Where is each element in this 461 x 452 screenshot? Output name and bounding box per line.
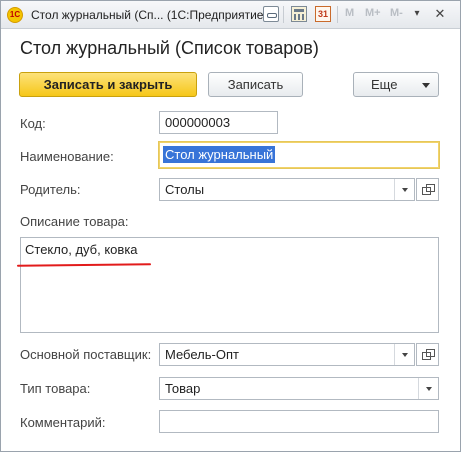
supplier-field[interactable]: Мебель-Опт	[159, 343, 415, 366]
description-label: Описание товара:	[20, 214, 129, 229]
title-bar: 1С Стол журнальный (Сп... (1С:Предприяти…	[1, 1, 460, 29]
code-field[interactable]: 000000003	[159, 111, 278, 134]
dropdown-arrow-icon[interactable]	[394, 179, 414, 200]
comment-label: Комментарий:	[20, 415, 106, 430]
open-item-icon[interactable]	[416, 343, 439, 366]
memory-store-button[interactable]: M	[345, 7, 354, 19]
more-actions-label: Еще	[371, 77, 398, 92]
type-field[interactable]: Товар	[159, 377, 439, 400]
app-logo-icon: 1С	[7, 7, 23, 23]
calculator-icon[interactable]	[291, 6, 307, 22]
toolbar-divider	[283, 6, 284, 23]
parent-field[interactable]: Столы	[159, 178, 415, 201]
open-item-icon[interactable]	[416, 178, 439, 201]
parent-field-value: Столы	[165, 182, 205, 197]
name-field-value: Стол журнальный	[163, 146, 276, 163]
calendar-icon[interactable]: 31	[315, 6, 331, 22]
page-title: Стол журнальный (Список товаров)	[20, 38, 319, 58]
type-label: Тип товара:	[20, 381, 91, 396]
toolbar-divider	[337, 6, 338, 23]
dropdown-arrow-icon[interactable]	[418, 378, 438, 399]
memory-subtract-button[interactable]: M-	[390, 7, 403, 19]
comment-field[interactable]	[159, 410, 439, 433]
more-actions-button[interactable]: Еще	[353, 72, 439, 97]
save-and-close-button[interactable]: Записать и закрыть	[19, 72, 197, 97]
code-label: Код:	[20, 116, 46, 131]
form-window: 1С Стол журнальный (Сп... (1С:Предприяти…	[0, 0, 461, 452]
dropdown-arrow-icon[interactable]	[394, 344, 414, 365]
type-field-value: Товар	[165, 381, 201, 396]
supplier-field-value: Мебель-Опт	[165, 347, 239, 362]
description-field[interactable]: Стекло, дуб, ковка	[20, 237, 439, 333]
parent-label: Родитель:	[20, 182, 81, 197]
name-label: Наименование:	[20, 149, 114, 164]
memory-add-button[interactable]: M+	[365, 7, 381, 19]
window-title: Стол журнальный (Сп... (1С:Предприятие)	[31, 8, 268, 22]
window-menu-icon[interactable]: ▾	[407, 4, 427, 24]
close-icon[interactable]: ✕	[430, 4, 450, 24]
name-field[interactable]: Стол журнальный	[158, 141, 440, 169]
save-button[interactable]: Записать	[208, 72, 303, 97]
link-icon[interactable]	[263, 6, 279, 22]
chevron-down-icon	[422, 83, 430, 88]
supplier-label: Основной поставщик:	[20, 347, 152, 362]
